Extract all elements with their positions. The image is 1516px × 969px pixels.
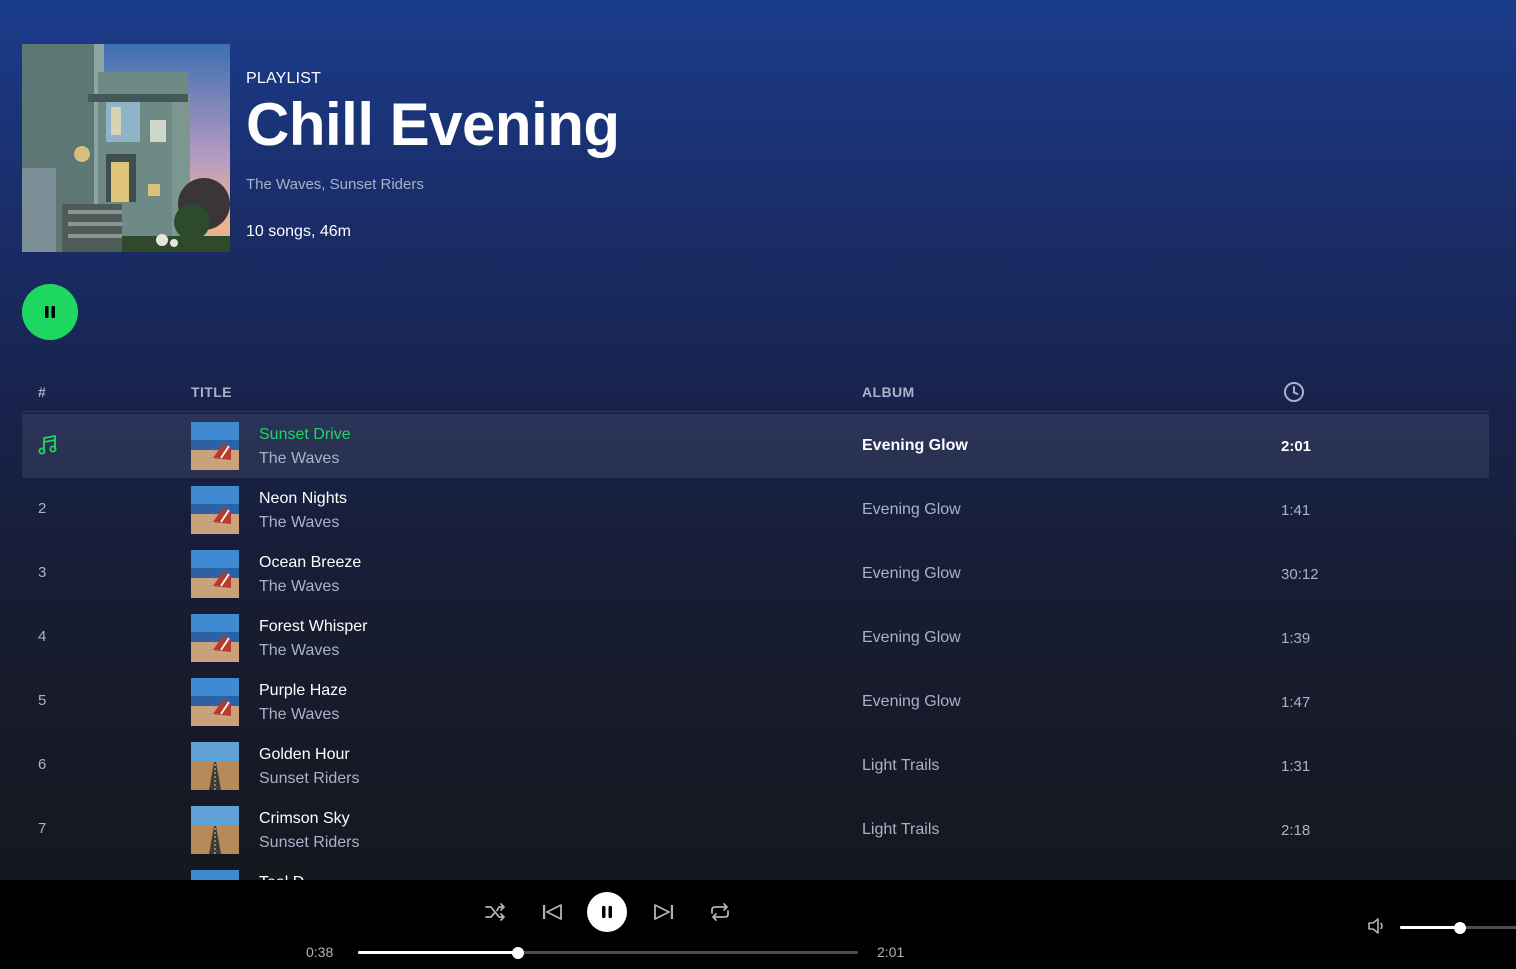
track-duration: 2:18 xyxy=(1281,822,1311,839)
volume-slider[interactable] xyxy=(1400,922,1516,934)
track-duration: 1:39 xyxy=(1281,630,1311,647)
track-row[interactable]: 3 Ocean Breeze The Waves Evening Glow 30:12 xyxy=(22,542,1489,606)
playlist-artists: The Waves, Sunset Riders xyxy=(246,176,424,193)
playlist-title: Chill Evening xyxy=(246,91,620,158)
track-artist[interactable]: The Waves xyxy=(259,578,339,596)
track-artist[interactable]: The Waves xyxy=(259,706,339,724)
playlist-header: PLAYLIST Chill Evening The Waves, Sunset… xyxy=(22,44,620,252)
skip-back-icon xyxy=(543,904,562,920)
track-album[interactable]: Light Trails xyxy=(862,757,939,775)
playlist-meta: PLAYLIST Chill Evening The Waves, Sunset… xyxy=(246,44,620,252)
track-artist[interactable]: Sunset Riders xyxy=(259,770,360,788)
track-album-art xyxy=(191,806,239,854)
volume-icon[interactable] xyxy=(1366,915,1388,942)
track-row[interactable]: 8Teal D xyxy=(22,862,1489,880)
track-row[interactable]: 7 Crimson Sky Sunset Riders Light Trails 2:1… xyxy=(22,798,1489,862)
track-title[interactable]: Golden Hour xyxy=(259,746,350,764)
track-number: 6 xyxy=(38,756,47,773)
playlist-pause-button[interactable] xyxy=(22,284,78,340)
track-row[interactable]: 4 Forest Whisper The Waves Evening Glow 1:39 xyxy=(22,606,1489,670)
track-duration: 1:47 xyxy=(1281,694,1311,711)
track-row[interactable]: 2 Neon Nights The Waves Evening Glow 1:41 xyxy=(22,478,1489,542)
clock-icon[interactable] xyxy=(1283,381,1305,406)
track-title[interactable]: Sunset Drive xyxy=(259,426,351,444)
track-duration: 1:31 xyxy=(1281,758,1311,775)
playlist-cover-image xyxy=(22,44,230,252)
pause-icon xyxy=(602,906,612,918)
track-number: 4 xyxy=(38,628,47,645)
track-duration: 1:41 xyxy=(1281,502,1311,519)
progress-bar[interactable] xyxy=(358,947,858,959)
track-album[interactable]: Light Trails xyxy=(862,821,939,839)
track-album-art xyxy=(191,486,239,534)
track-number: 2 xyxy=(38,500,47,517)
progress-fill xyxy=(358,951,518,954)
track-title[interactable]: Neon Nights xyxy=(259,490,347,508)
player-pause-button[interactable] xyxy=(587,892,627,932)
track-album-art xyxy=(191,550,239,598)
track-album-art xyxy=(191,422,239,470)
skip-forward-icon xyxy=(654,904,673,920)
track-album[interactable]: Evening Glow xyxy=(862,629,961,647)
column-title[interactable]: TITLE xyxy=(191,384,232,400)
playlist-stats: 10 songs, 46m xyxy=(246,223,351,240)
track-album-art xyxy=(191,742,239,790)
progress-handle[interactable] xyxy=(512,947,524,959)
shuffle-icon xyxy=(485,903,505,921)
next-button[interactable] xyxy=(644,892,684,932)
volume-fill xyxy=(1400,926,1461,929)
track-artist[interactable]: Sunset Riders xyxy=(259,834,360,852)
track-album[interactable]: Evening Glow xyxy=(862,501,961,519)
column-number: # xyxy=(38,384,47,400)
track-duration: 2:01 xyxy=(1281,438,1312,455)
track-row[interactable]: 6 Golden Hour Sunset Riders Light Trails 1:3… xyxy=(22,734,1489,798)
column-album[interactable]: ALBUM xyxy=(862,384,915,400)
volume-handle[interactable] xyxy=(1454,922,1467,934)
track-table-header: # TITLE ALBUM xyxy=(22,378,1489,412)
track-title[interactable]: Ocean Breeze xyxy=(259,554,361,572)
repeat-button[interactable] xyxy=(700,892,740,932)
track-number: 3 xyxy=(38,564,47,581)
track-album-art xyxy=(191,678,239,726)
now-playing-icon xyxy=(38,434,58,460)
track-number: 5 xyxy=(38,692,47,709)
track-album[interactable]: Evening Glow xyxy=(862,437,968,455)
track-number: 7 xyxy=(38,820,47,837)
repeat-icon xyxy=(711,903,729,921)
track-album[interactable]: Evening Glow xyxy=(862,565,961,583)
track-duration: 30:12 xyxy=(1281,566,1319,583)
playlist-type-label: PLAYLIST xyxy=(246,70,322,87)
track-list: Sunset Drive The Waves Evening Glow 2:01 2 Ne… xyxy=(22,414,1489,880)
previous-button[interactable] xyxy=(532,892,572,932)
elapsed-time: 0:38 xyxy=(306,944,334,960)
track-title[interactable]: Crimson Sky xyxy=(259,810,350,828)
shuffle-button[interactable] xyxy=(476,892,516,932)
track-album-art xyxy=(191,614,239,662)
track-title[interactable]: Purple Haze xyxy=(259,682,347,700)
pause-icon xyxy=(45,306,55,318)
player-bar: 0:38 2:01 xyxy=(0,880,1516,969)
track-row[interactable]: Sunset Drive The Waves Evening Glow 2:01 xyxy=(22,414,1489,478)
track-artist[interactable]: The Waves xyxy=(259,450,339,468)
track-album-art xyxy=(191,870,239,880)
track-album[interactable]: Evening Glow xyxy=(862,693,961,711)
track-row[interactable]: 5 Purple Haze The Waves Evening Glow 1:47 xyxy=(22,670,1489,734)
track-artist[interactable]: The Waves xyxy=(259,514,339,532)
track-title[interactable]: Forest Whisper xyxy=(259,618,367,636)
total-time: 2:01 xyxy=(877,944,905,960)
track-artist[interactable]: The Waves xyxy=(259,642,339,660)
